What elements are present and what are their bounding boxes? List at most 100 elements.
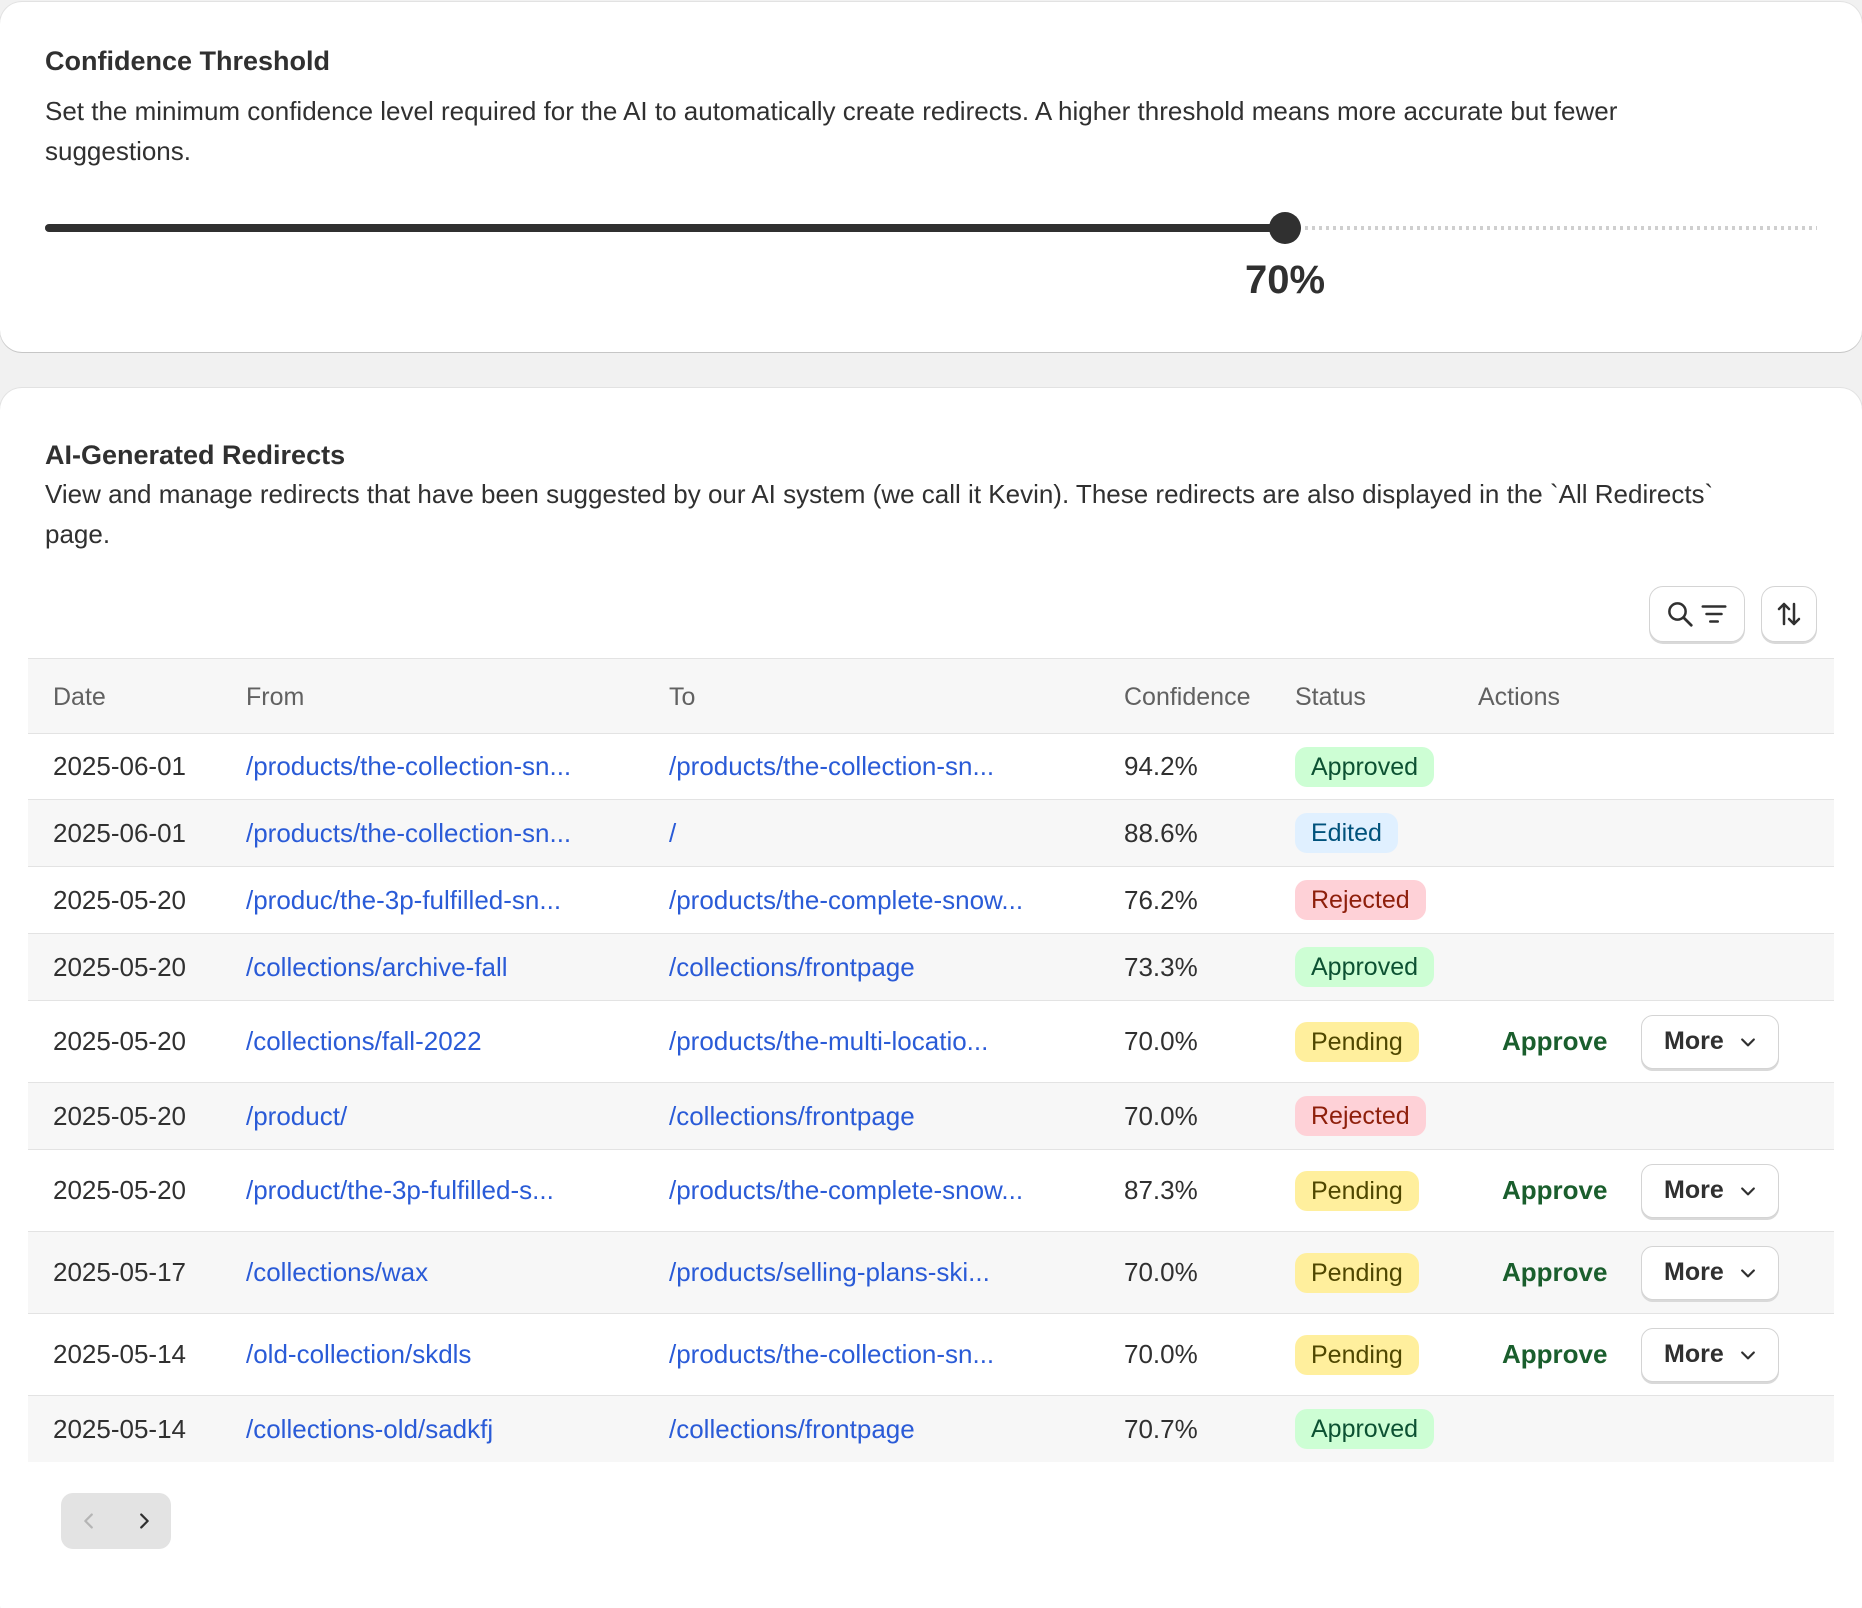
from-cell: /products/the-collection-sn... xyxy=(246,734,571,799)
date-cell: 2025-06-01 xyxy=(53,751,186,781)
date-cell: 2025-05-20 xyxy=(53,951,186,982)
to-link[interactable]: /products/the-collection-sn... xyxy=(669,751,994,782)
from-cell: /products/the-collection-sn... xyxy=(246,800,571,866)
to-cell: /products/the-multi-locatio... xyxy=(669,1001,988,1082)
from-cell: /collections-old/sadkfj xyxy=(246,1396,493,1462)
search-filter-button[interactable] xyxy=(1649,586,1745,642)
status-cell: Rejected xyxy=(1295,1083,1426,1149)
status-badge: Pending xyxy=(1295,1170,1419,1211)
from-link[interactable]: /collections/fall-2022 xyxy=(246,1026,482,1057)
from-link[interactable]: /old-collection/skdls xyxy=(246,1339,471,1370)
more-cell: More xyxy=(1641,1001,1779,1082)
table-row: 2025-05-20/collections/archive-fall/coll… xyxy=(28,934,1834,1001)
from-link[interactable]: /collections/wax xyxy=(246,1257,428,1288)
from-link[interactable]: /collections/archive-fall xyxy=(246,952,508,983)
date-cell: 2025-06-01 xyxy=(53,817,186,848)
column-to[interactable]: To xyxy=(669,659,695,735)
to-link[interactable]: /collections/frontpage xyxy=(669,952,915,983)
from-link[interactable]: /product/the-3p-fulfilled-s... xyxy=(246,1175,554,1206)
status-cell: Pending xyxy=(1295,1314,1419,1395)
threshold-title: Confidence Threshold xyxy=(45,46,331,76)
confidence-cell: 94.2% xyxy=(1124,751,1198,781)
from-link[interactable]: /produc/the-3p-fulfilled-sn... xyxy=(246,885,561,916)
to-link[interactable]: /products/selling-plans-ski... xyxy=(669,1257,990,1288)
actions-cell: Approve xyxy=(1502,1314,1607,1395)
to-cell: /products/the-complete-snow... xyxy=(669,1150,1023,1231)
to-link[interactable]: /products/the-collection-sn... xyxy=(669,1339,994,1370)
actions-cell: Approve xyxy=(1502,1001,1607,1082)
to-link[interactable]: /products/the-complete-snow... xyxy=(669,1175,1023,1206)
more-button[interactable]: More xyxy=(1641,1327,1779,1382)
column-confidence[interactable]: Confidence xyxy=(1124,659,1250,735)
status-cell: Approved xyxy=(1295,934,1435,1000)
to-link[interactable]: /products/the-complete-snow... xyxy=(669,885,1023,916)
from-link[interactable]: /products/the-collection-sn... xyxy=(246,818,571,849)
more-cell: More xyxy=(1641,1232,1779,1313)
to-cell: /collections/frontpage xyxy=(669,1083,915,1149)
approve-button[interactable]: Approve xyxy=(1502,1257,1607,1288)
chevron-left-icon xyxy=(78,1510,100,1532)
to-cell: /products/selling-plans-ski... xyxy=(669,1232,990,1313)
from-link[interactable]: /product/ xyxy=(246,1101,347,1132)
to-cell: /collections/frontpage xyxy=(669,1396,915,1462)
table-row: 2025-06-01/products/the-collection-sn...… xyxy=(28,734,1834,800)
status-badge: Rejected xyxy=(1295,1096,1426,1136)
sort-button[interactable] xyxy=(1761,586,1817,642)
to-cell: / xyxy=(669,800,676,866)
more-button[interactable]: More xyxy=(1641,1163,1779,1218)
confidence-threshold-card: Confidence Threshold Set the minimum con… xyxy=(0,2,1862,352)
chevron-down-icon xyxy=(1738,1345,1758,1365)
status-cell: Pending xyxy=(1295,1150,1419,1231)
status-cell: Approved xyxy=(1295,1396,1435,1462)
previous-page-button[interactable] xyxy=(61,1493,116,1549)
table-header: Date From To Confidence Status Actions xyxy=(28,658,1834,734)
next-page-button[interactable] xyxy=(116,1493,171,1549)
date-cell: 2025-05-14 xyxy=(53,1339,186,1369)
from-link[interactable]: /collections-old/sadkfj xyxy=(246,1414,493,1445)
to-link[interactable]: /collections/frontpage xyxy=(669,1101,915,1132)
from-link[interactable]: /products/the-collection-sn... xyxy=(246,751,571,782)
sort-icon xyxy=(1774,599,1804,629)
confidence-cell: 88.6% xyxy=(1124,817,1198,848)
table-row: 2025-05-14/old-collection/skdls/products… xyxy=(28,1314,1834,1396)
column-status[interactable]: Status xyxy=(1295,659,1366,735)
status-cell: Pending xyxy=(1295,1232,1419,1313)
more-button[interactable]: More xyxy=(1641,1245,1779,1300)
from-cell: /collections/wax xyxy=(246,1232,428,1313)
more-cell: More xyxy=(1641,1314,1779,1395)
more-label: More xyxy=(1664,1258,1724,1286)
date-cell: 2025-05-20 xyxy=(53,1175,186,1205)
slider-thumb[interactable] xyxy=(1269,212,1301,244)
chevron-down-icon xyxy=(1738,1263,1758,1283)
chevron-right-icon xyxy=(133,1510,155,1532)
confidence-cell: 76.2% xyxy=(1124,884,1198,915)
pagination xyxy=(61,1493,171,1549)
approve-button[interactable]: Approve xyxy=(1502,1026,1607,1057)
status-badge: Approved xyxy=(1295,1409,1435,1449)
to-cell: /products/the-complete-snow... xyxy=(669,867,1023,933)
approve-button[interactable]: Approve xyxy=(1502,1339,1607,1370)
column-from[interactable]: From xyxy=(246,659,304,735)
to-link[interactable]: /products/the-multi-locatio... xyxy=(669,1026,988,1057)
table-row: 2025-06-01/products/the-collection-sn...… xyxy=(28,800,1834,867)
to-cell: /products/the-collection-sn... xyxy=(669,1314,994,1395)
date-cell: 2025-05-17 xyxy=(53,1257,186,1287)
chevron-down-icon xyxy=(1738,1181,1758,1201)
to-link[interactable]: / xyxy=(669,818,676,849)
column-date[interactable]: Date xyxy=(53,659,106,735)
approve-button[interactable]: Approve xyxy=(1502,1175,1607,1206)
confidence-slider[interactable] xyxy=(45,212,1817,244)
from-cell: /collections/archive-fall xyxy=(246,934,508,1000)
table-row: 2025-05-20/produc/the-3p-fulfilled-sn...… xyxy=(28,867,1834,934)
date-cell: 2025-05-14 xyxy=(53,1413,186,1444)
status-cell: Rejected xyxy=(1295,867,1426,933)
status-badge: Pending xyxy=(1295,1334,1419,1375)
to-link[interactable]: /collections/frontpage xyxy=(669,1414,915,1445)
status-badge: Edited xyxy=(1295,813,1398,853)
status-cell: Edited xyxy=(1295,800,1398,866)
chevron-down-icon xyxy=(1738,1032,1758,1052)
slider-fill xyxy=(45,224,1285,232)
confidence-cell: 87.3% xyxy=(1124,1175,1198,1205)
more-button[interactable]: More xyxy=(1641,1014,1779,1069)
redirects-description: View and manage redirects that have been… xyxy=(45,479,1714,549)
